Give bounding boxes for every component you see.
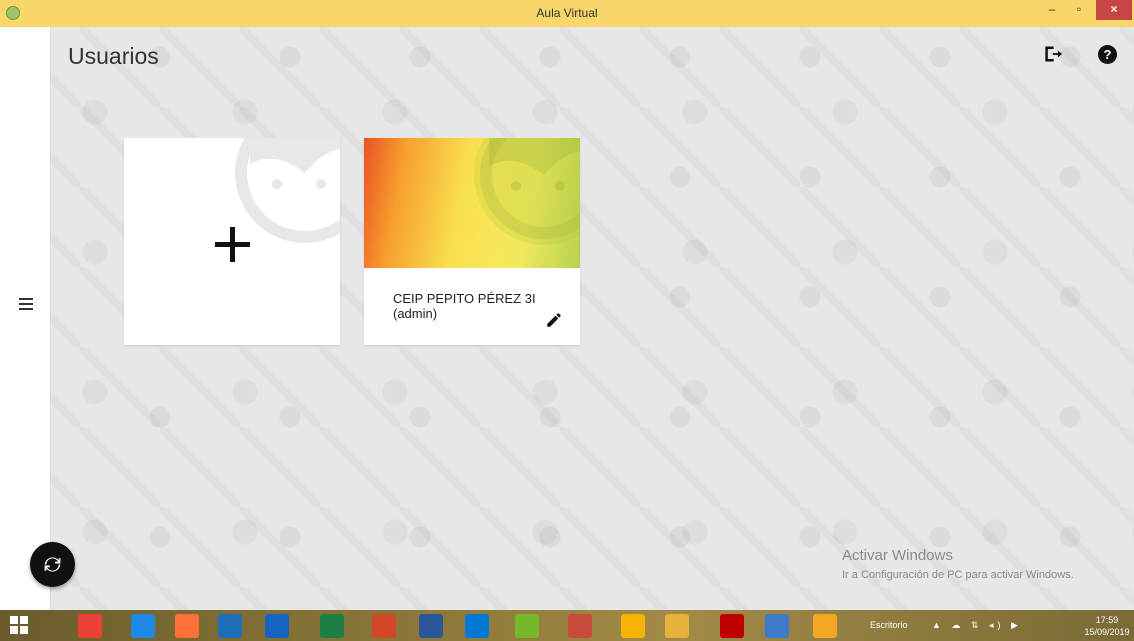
sidebar xyxy=(0,27,51,610)
word-icon[interactable] xyxy=(419,614,443,638)
outlook-icon[interactable] xyxy=(265,614,289,638)
user-name: CEIP PEPITO PÉREZ 3I (admin) xyxy=(393,291,563,321)
user-role: (admin) xyxy=(393,306,438,321)
window-title: Aula Virtual xyxy=(536,6,598,20)
drive-icon[interactable] xyxy=(621,614,645,638)
remote-icon[interactable] xyxy=(765,614,789,638)
window-title-bar: Aula Virtual – ▫ × xyxy=(0,0,1134,28)
card-banner xyxy=(364,138,580,268)
activation-watermark-title: Activar Windows xyxy=(842,547,953,564)
desktop-toolbar-label[interactable]: Escritorio xyxy=(870,620,908,630)
refresh-button[interactable] xyxy=(30,542,75,587)
user-name-text: CEIP PEPITO PÉREZ 3I xyxy=(393,291,536,306)
help-icon[interactable]: ? xyxy=(1098,45,1117,64)
powerpoint-icon[interactable] xyxy=(372,614,396,638)
refresh-icon xyxy=(44,557,61,572)
user-card[interactable]: CEIP PEPITO PÉREZ 3I (admin) xyxy=(364,138,580,345)
clock-time: 17:59 xyxy=(1095,615,1119,625)
chrome-icon[interactable] xyxy=(78,614,102,638)
acrobat-icon[interactable] xyxy=(720,614,744,638)
maximize-button[interactable]: ▫ xyxy=(1066,0,1092,20)
aula-virtual-icon[interactable] xyxy=(813,614,837,638)
utorrent-icon[interactable] xyxy=(515,614,539,638)
clock-date: 15/09/2019 xyxy=(1084,627,1130,637)
menu-icon[interactable] xyxy=(19,298,33,313)
excel-icon[interactable] xyxy=(320,614,344,638)
system-tray-icons[interactable]: ▲ ☁ ⇅ ◂) ▶ xyxy=(932,620,1022,631)
add-user-card[interactable] xyxy=(124,138,340,345)
logout-icon[interactable] xyxy=(1042,44,1062,64)
firefox-icon[interactable] xyxy=(175,614,199,638)
start-button[interactable] xyxy=(10,616,28,634)
activation-watermark-subtitle: Ir a Configuración de PC para activar Wi… xyxy=(842,569,1074,581)
face-icon xyxy=(474,138,580,245)
media-icon[interactable] xyxy=(218,614,242,638)
clock[interactable]: 17:59 15/09/2019 xyxy=(1081,614,1133,638)
edit-icon[interactable] xyxy=(545,311,563,329)
close-button[interactable]: × xyxy=(1096,0,1132,20)
minimize-button[interactable]: – xyxy=(1040,0,1064,20)
taskbar: Escritorio ▲ ☁ ⇅ ◂) ▶ 17:59 15/09/2019 xyxy=(0,610,1134,641)
snipping-icon[interactable] xyxy=(568,614,592,638)
page-title: Usuarios xyxy=(68,43,159,69)
onedrive-icon[interactable] xyxy=(465,614,489,638)
explorer-icon[interactable] xyxy=(665,614,689,638)
edge-icon[interactable] xyxy=(131,614,155,638)
plus-icon xyxy=(213,225,253,265)
app-content: Usuarios ? CEIP PEPITO PÉREZ 3I (admin) … xyxy=(0,27,1134,610)
